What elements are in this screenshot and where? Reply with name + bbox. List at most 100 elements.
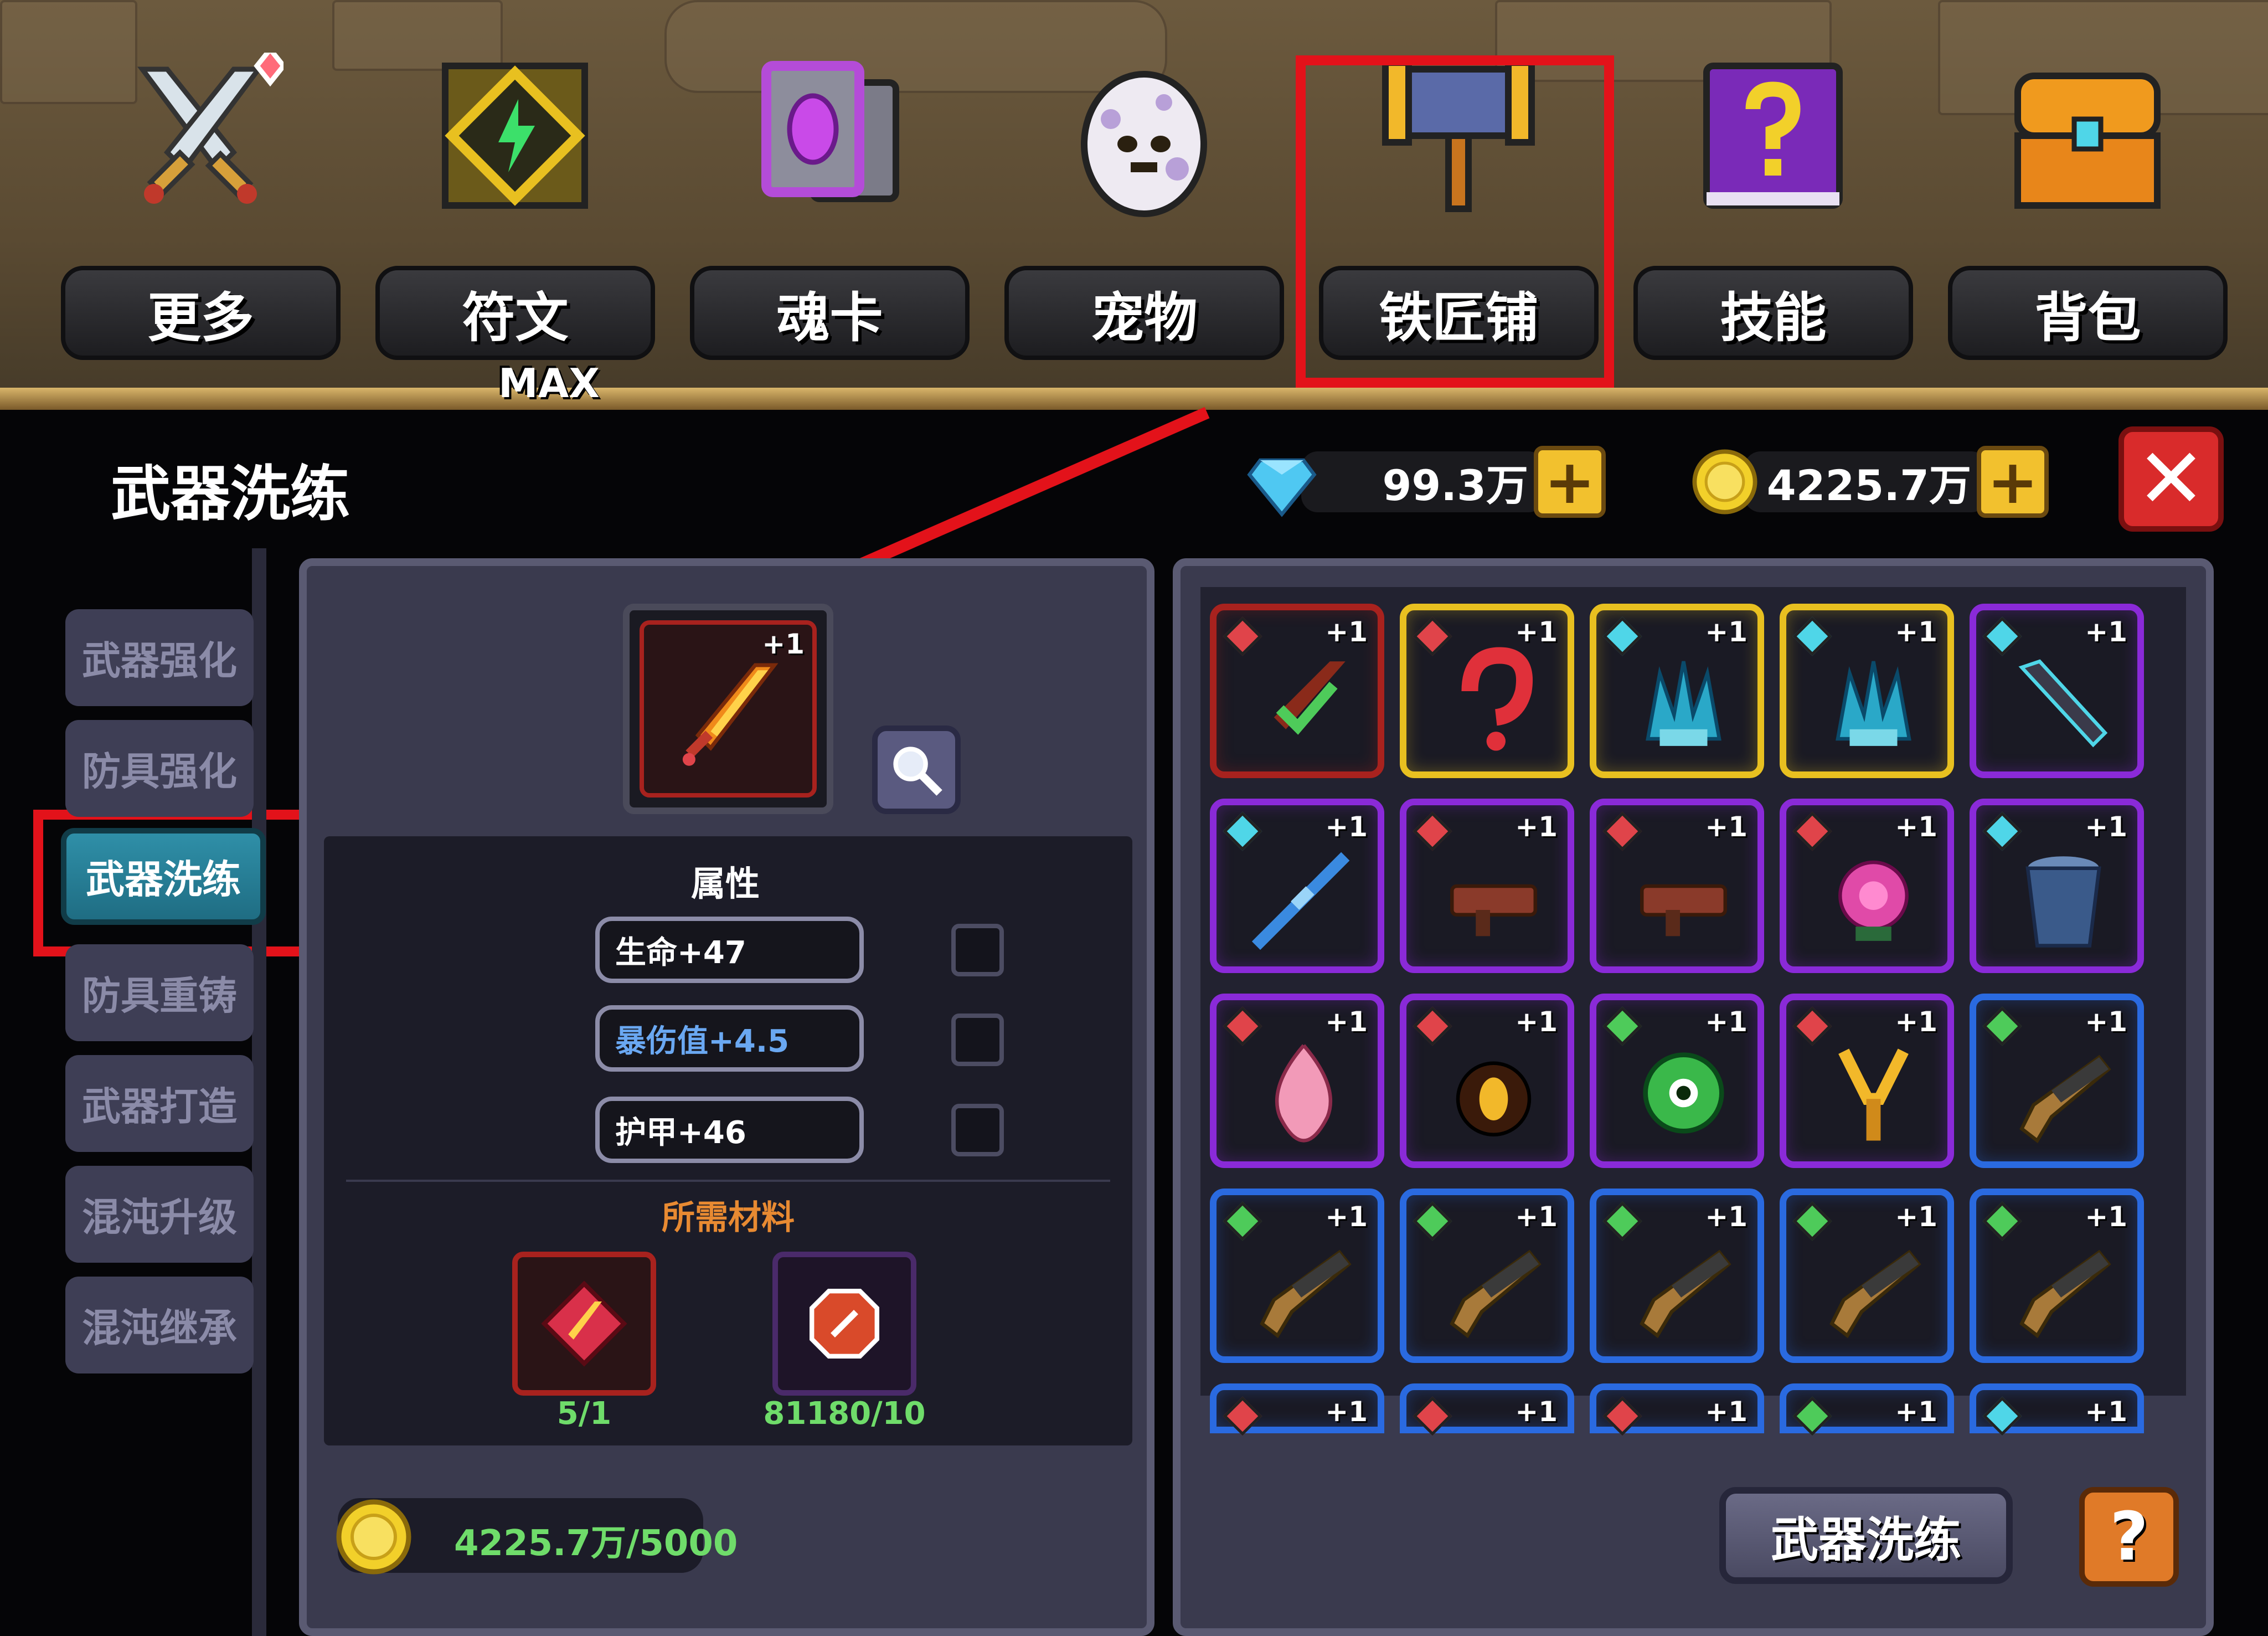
rune-icon (442, 63, 588, 209)
max-badge: MAX (498, 360, 600, 407)
sidebar-scrollbar[interactable] (252, 548, 266, 1636)
inventory-item-wooden-gun[interactable]: +1 (1400, 1189, 1574, 1363)
inventory-item-dark-blade[interactable]: +1 (1970, 604, 2144, 778)
gold-coin-icon (336, 1499, 411, 1575)
soul-card-icon (761, 61, 899, 202)
nav-rune[interactable]: 符文 (370, 0, 661, 396)
tab-weapon-enhance[interactable]: 武器强化 (65, 609, 254, 706)
nav-label: 背包 (1948, 266, 2228, 360)
wooden-gun-icon (1450, 1249, 1542, 1339)
tab-armor-recast[interactable]: 防具重铸 (65, 944, 254, 1041)
blue-bucket-icon (2025, 856, 2101, 948)
add-gold-button[interactable]: + (1977, 446, 2049, 518)
item-level: +1 (1325, 1396, 1368, 1428)
ice-crystal-icon (1836, 661, 1911, 746)
inventory-item-pink-flower[interactable]: +1 (1780, 799, 1954, 973)
selected-weapon-frame: +1 (640, 620, 817, 798)
item-level: +1 (1515, 1396, 1558, 1428)
ice-crystal-icon (1646, 661, 1721, 746)
flaming-sword-icon (682, 663, 779, 766)
wooden-gun-icon (2019, 1054, 2111, 1144)
green-eye-icon (1643, 1052, 1724, 1134)
tab-chaos-inherit[interactable]: 混沌继承 (65, 1277, 254, 1373)
weapon-wash-button[interactable]: 武器洗练 (1719, 1487, 2013, 1584)
grade-gem-icon (1982, 1396, 2022, 1436)
grade-gem-icon (1223, 1396, 1262, 1436)
gold-amount: 4225.7万 (1744, 451, 1988, 512)
weapon-level: +1 (762, 628, 805, 660)
inventory-item-red-hook[interactable]: +1 (1400, 604, 1574, 778)
inventory-item-fire-orb[interactable]: +1 (1400, 994, 1574, 1168)
wooden-gun-icon (1640, 1249, 1731, 1339)
item-level: +1 (2085, 1396, 2127, 1428)
grade-gem-icon (1792, 1396, 1832, 1436)
inventory-item-wooden-gun[interactable]: +1 (1780, 1189, 1954, 1363)
nav-more[interactable]: 更多 (55, 0, 346, 396)
nav-label: 更多 (61, 266, 341, 360)
diamond-amount: 99.3万 (1301, 451, 1545, 512)
inventory-item-partial[interactable]: +1 (1970, 1383, 2144, 1436)
grade-gem-icon (1413, 1396, 1452, 1436)
green-sword-icon (1274, 661, 1346, 735)
nav-label: 符文 (375, 266, 655, 360)
selected-weapon-slot[interactable]: +1 (623, 604, 833, 814)
skill-book-icon (1703, 63, 1843, 209)
dark-blade-icon (2018, 659, 2108, 748)
pet-egg-icon (1081, 71, 1207, 217)
inventory-item-wooden-gun[interactable]: +1 (1970, 994, 2144, 1168)
inspect-button[interactable] (872, 726, 961, 814)
wooden-gun-icon (2019, 1249, 2111, 1339)
material-slot-1[interactable] (512, 1252, 656, 1396)
inventory-item-pink-flame[interactable]: +1 (1210, 994, 1384, 1168)
inventory-item-partial[interactable]: +1 (1590, 1383, 1764, 1436)
inventory-item-partial[interactable]: +1 (1780, 1383, 1954, 1436)
inventory-item-partial[interactable]: +1 (1210, 1383, 1384, 1436)
pink-flower-icon (1838, 860, 1909, 941)
close-button[interactable]: ✕ (2118, 426, 2224, 532)
material-slot-2[interactable] (772, 1252, 916, 1396)
stat-hp: 生命+47 (595, 917, 864, 983)
grade-gem-icon (1602, 1396, 1642, 1436)
lock-checkbox-crit[interactable] (951, 1014, 1004, 1066)
blue-rifle-icon (1251, 852, 1350, 950)
nav-skills[interactable]: 技能 (1628, 0, 1919, 396)
tab-weapon-wash[interactable]: 武器洗练 (61, 828, 266, 925)
inventory-item-partial[interactable]: +1 (1400, 1383, 1574, 1436)
lock-checkbox-hp[interactable] (951, 924, 1004, 976)
nav-label: 魂卡 (690, 266, 970, 360)
inventory-item-wooden-gun[interactable]: +1 (1590, 1189, 1764, 1363)
attributes-heading: 属性 (690, 863, 760, 904)
add-diamond-button[interactable]: + (1534, 446, 1606, 518)
inventory-item-green-sword[interactable]: +1 (1210, 604, 1384, 778)
red-sword-material-icon (541, 1280, 627, 1367)
wooden-gun-icon (1829, 1249, 1921, 1339)
nav-soul-card[interactable]: 魂卡 (684, 0, 975, 396)
cost-text: 4225.7万/5000 (454, 1523, 738, 1564)
inventory-item-wooden-gun[interactable]: +1 (1970, 1189, 2144, 1363)
lock-checkbox-armor[interactable] (951, 1104, 1004, 1156)
gold-coin-icon (1692, 449, 1757, 515)
item-level: +1 (1895, 1396, 1937, 1428)
help-button[interactable]: ? (2079, 1487, 2179, 1587)
crossed-swords-icon (137, 53, 284, 204)
inventory-item-gold-slingshot[interactable]: +1 (1780, 994, 1954, 1168)
brown-launcher-icon (1640, 884, 1727, 937)
gold-balance: 4225.7万 + (1689, 440, 2049, 523)
inventory-item-blue-bucket[interactable]: +1 (1970, 799, 2144, 973)
tab-chaos-upgrade[interactable]: 混沌升级 (65, 1166, 254, 1263)
page-title: 武器洗练 (111, 460, 350, 529)
inventory-item-ice-crystal[interactable]: +1 (1590, 604, 1764, 778)
highlight-blacksmith (1296, 55, 1614, 388)
inventory-item-brown-launcher[interactable]: +1 (1590, 799, 1764, 973)
inventory-item-blue-rifle[interactable]: +1 (1210, 799, 1384, 973)
nav-bag[interactable]: 背包 (1942, 0, 2233, 396)
material-count-1: 5/1 (556, 1396, 612, 1432)
tab-weapon-forge[interactable]: 武器打造 (65, 1055, 254, 1152)
brown-launcher-icon (1450, 884, 1537, 937)
tab-armor-enhance[interactable]: 防具强化 (65, 720, 254, 817)
nav-pet[interactable]: 宠物 (999, 0, 1290, 396)
inventory-item-green-eye[interactable]: +1 (1590, 994, 1764, 1168)
inventory-item-wooden-gun[interactable]: +1 (1210, 1189, 1384, 1363)
inventory-item-brown-launcher[interactable]: +1 (1400, 799, 1574, 973)
inventory-item-ice-crystal[interactable]: +1 (1780, 604, 1954, 778)
